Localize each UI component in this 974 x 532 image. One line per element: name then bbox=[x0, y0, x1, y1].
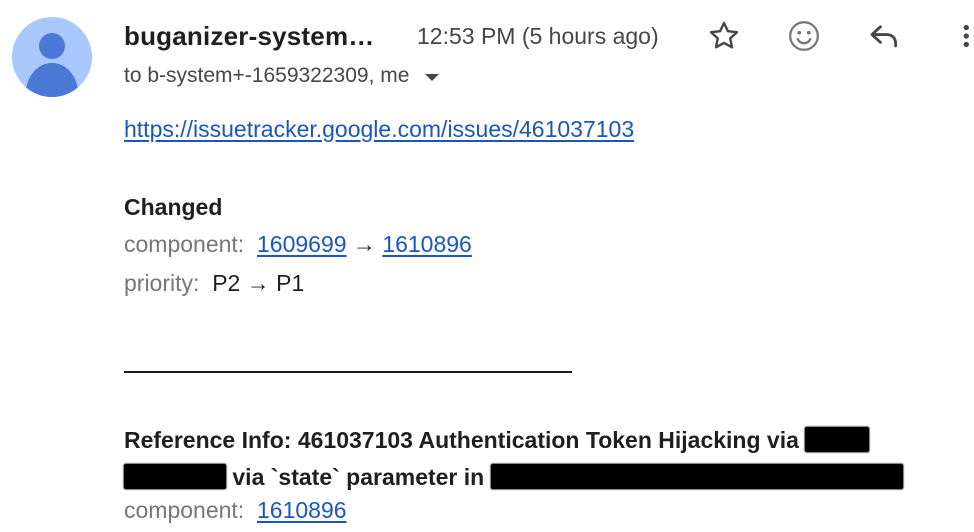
reference-info: Reference Info: 461037103 Authentication… bbox=[124, 422, 969, 496]
sender-avatar[interactable] bbox=[12, 17, 92, 97]
reply-button[interactable] bbox=[862, 14, 906, 58]
reference-via: via `state` parameter in bbox=[232, 464, 485, 490]
reply-icon bbox=[870, 25, 898, 48]
section-divider bbox=[124, 371, 572, 373]
issue-link[interactable]: https://issuetracker.google.com/issues/4… bbox=[124, 116, 634, 143]
add-reaction-button[interactable] bbox=[782, 14, 826, 58]
star-button[interactable] bbox=[702, 14, 746, 58]
sender-name[interactable]: buganizer-system… bbox=[124, 21, 374, 52]
redaction-block bbox=[805, 427, 870, 452]
email-timestamp: 12:53 PM (5 hours ago) bbox=[417, 23, 659, 49]
component-change-row: component: 1609699 → 1610896 bbox=[124, 231, 472, 258]
redaction-block bbox=[124, 464, 226, 489]
chevron-down-icon[interactable] bbox=[425, 73, 440, 81]
changed-heading: Changed bbox=[124, 194, 223, 220]
component-to-link[interactable]: 1610896 bbox=[382, 231, 472, 257]
component-label: component: bbox=[124, 497, 245, 523]
reference-prefix: Reference Info: 461037103 Authentication… bbox=[124, 427, 799, 453]
more-options-button[interactable] bbox=[944, 14, 974, 58]
avatar-body bbox=[26, 63, 78, 97]
recipients-line: to b-system+-1659322309, me bbox=[124, 64, 440, 88]
priority-change: P2 → P1 bbox=[212, 270, 305, 296]
star-outline-icon bbox=[709, 21, 739, 49]
component-from-link[interactable]: 1609699 bbox=[257, 231, 347, 257]
arrow: → bbox=[352, 231, 376, 257]
redaction-block bbox=[490, 464, 903, 489]
component-label: component: bbox=[124, 231, 245, 257]
avatar-head bbox=[39, 33, 65, 59]
priority-label: priority: bbox=[124, 270, 200, 296]
priority-change-row: priority: P2 → P1 bbox=[124, 270, 304, 297]
more-vertical-icon bbox=[963, 24, 969, 48]
recipients-text: to b-system+-1659322309, me bbox=[124, 64, 410, 87]
reference-component-link[interactable]: 1610896 bbox=[257, 497, 347, 523]
emoji-reaction-icon bbox=[789, 21, 819, 51]
reference-component-row: component: 1610896 bbox=[124, 497, 347, 524]
